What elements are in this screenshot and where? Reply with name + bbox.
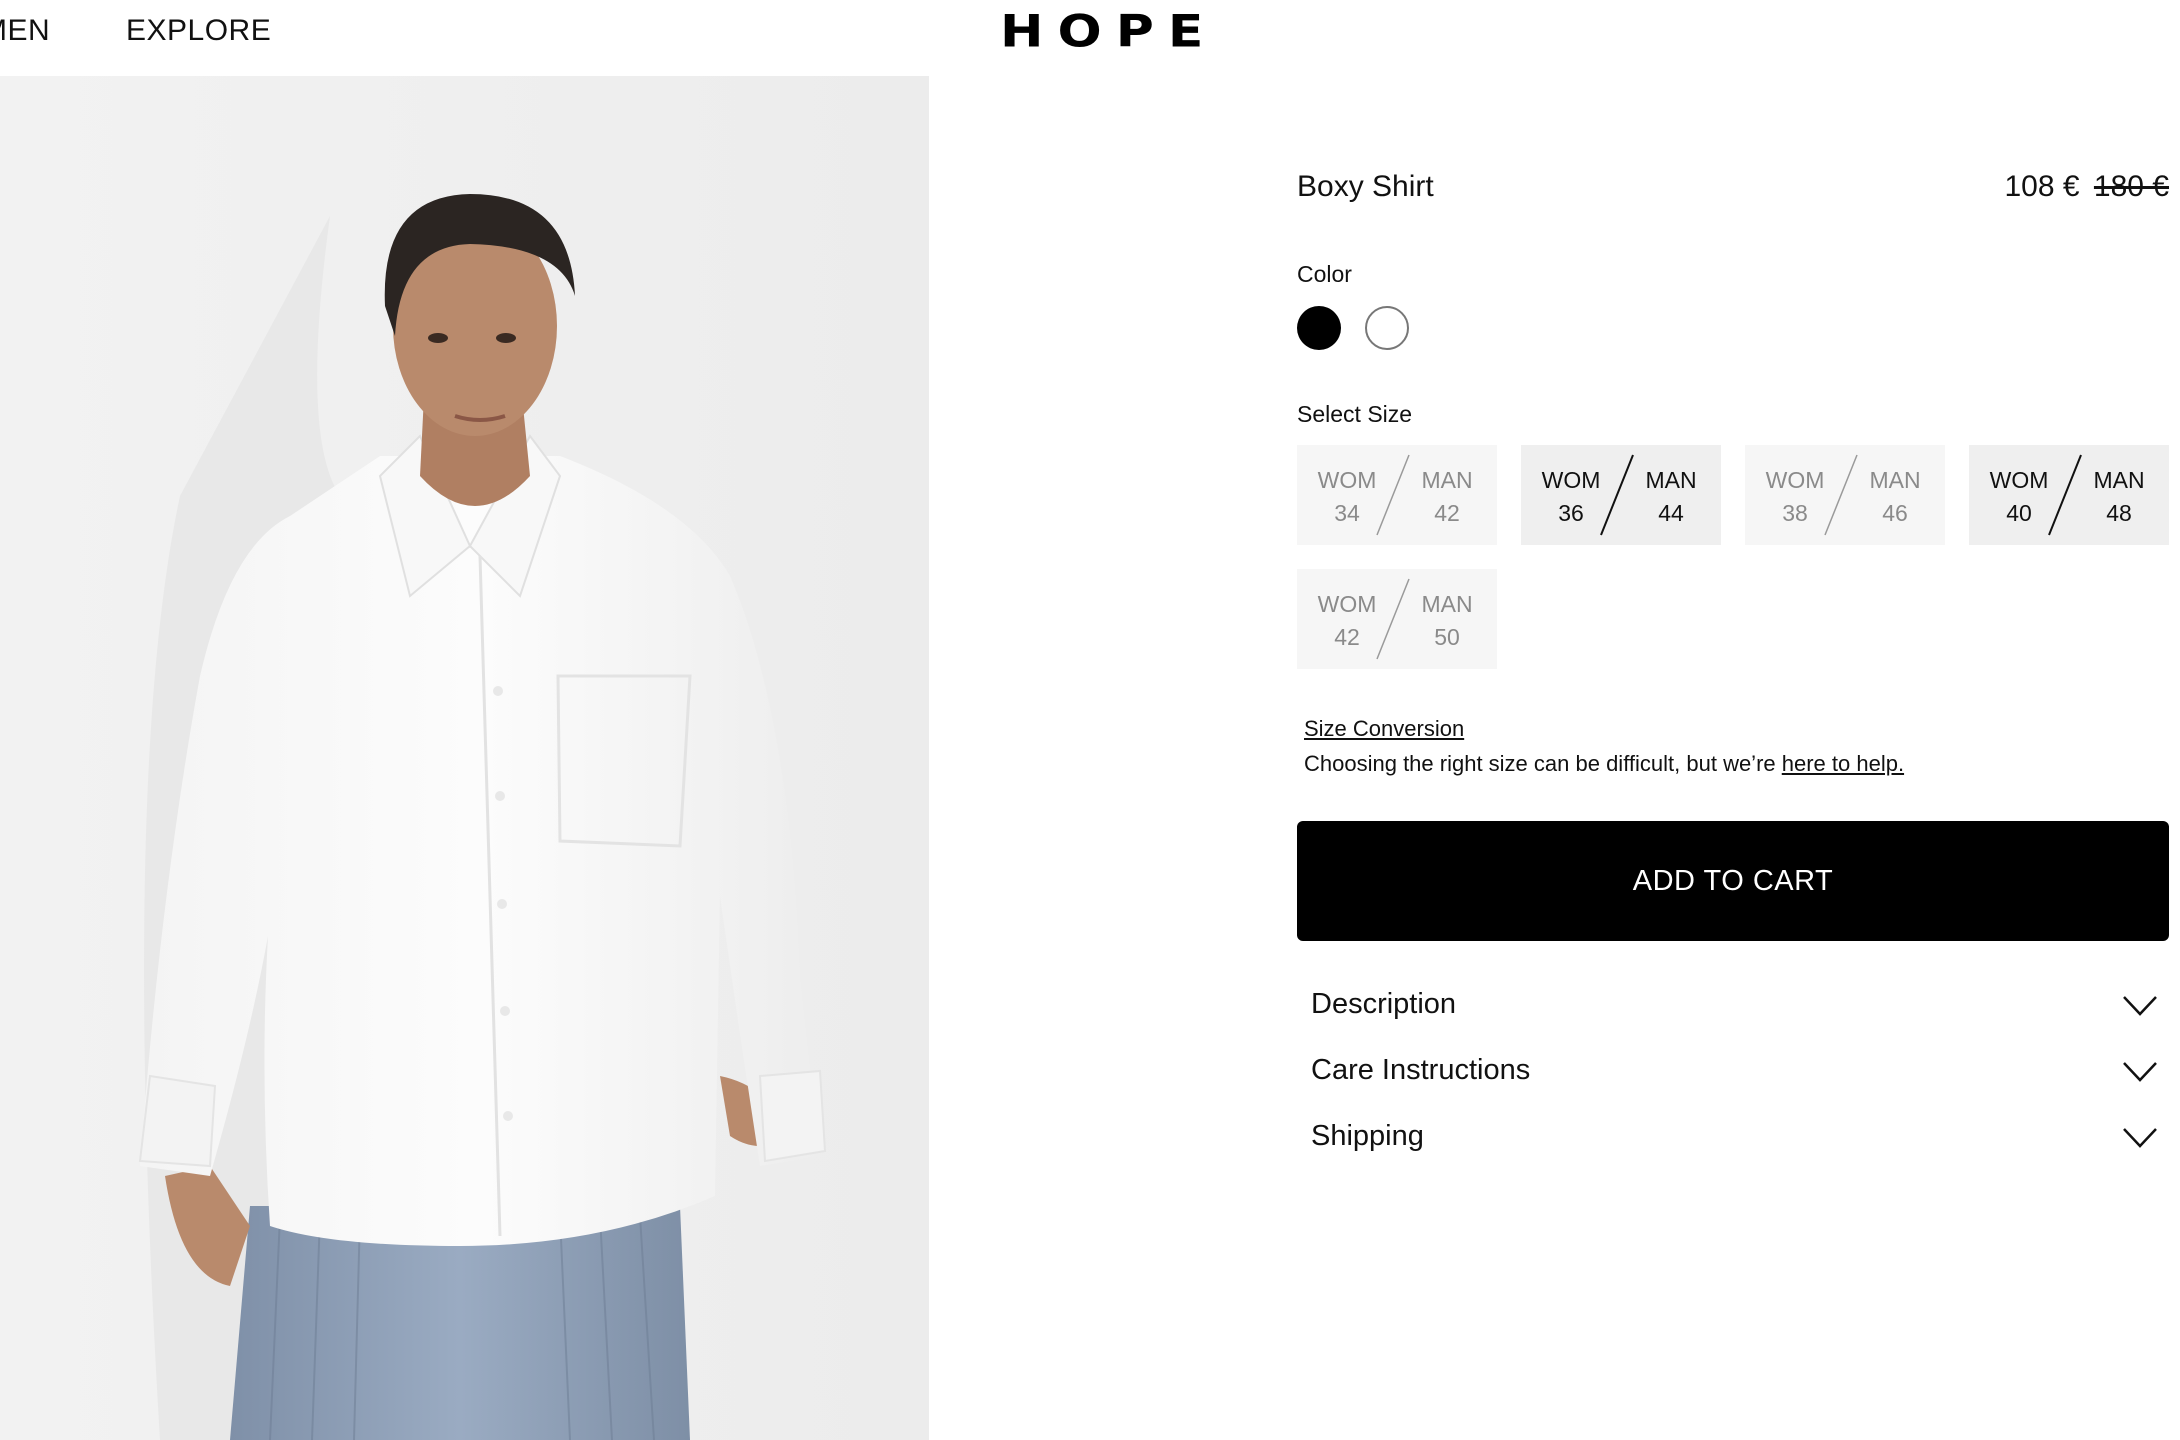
- help-link[interactable]: here to help.: [1782, 751, 1904, 776]
- site-header: MEN EXPLORE HOPE: [0, 0, 2180, 76]
- size-help-text: Choosing the right size can be difficult…: [1304, 751, 1904, 777]
- size-man-value: 42: [1434, 500, 1460, 526]
- size-man-label: MAN: [1869, 467, 1921, 493]
- size-option-wom38-man46[interactable]: WOM 38 MAN 46: [1745, 445, 1945, 545]
- size-man-label: MAN: [2093, 467, 2145, 493]
- add-to-cart-button[interactable]: ADD TO CART: [1297, 821, 2169, 941]
- size-conversion-link[interactable]: Size Conversion: [1304, 716, 1464, 742]
- product-photo-icon: [0, 76, 929, 1440]
- color-label: Color: [1297, 261, 1352, 287]
- size-man-label: MAN: [1421, 467, 1473, 493]
- size-option-wom34-man42[interactable]: WOM 34 MAN 42: [1297, 445, 1497, 545]
- size-man-value: 48: [2106, 500, 2132, 526]
- brand-logo[interactable]: HOPE: [1000, 6, 1217, 58]
- size-option-wom40-man48[interactable]: WOM 40 MAN 48: [1969, 445, 2169, 545]
- size-man-label: MAN: [1645, 467, 1697, 493]
- nav-link-explore[interactable]: EXPLORE: [126, 14, 271, 48]
- chevron-down-icon: [2123, 996, 2157, 1016]
- accordion-label: Description: [1311, 988, 1457, 1020]
- nav-link-men[interactable]: MEN: [0, 14, 50, 48]
- size-help-message: Choosing the right size can be difficult…: [1304, 751, 1782, 776]
- color-swatch-white[interactable]: [1365, 306, 1409, 350]
- chevron-down-icon: [2123, 1128, 2157, 1148]
- size-man-label: MAN: [1421, 591, 1473, 617]
- original-price: 180 €: [2093, 170, 2169, 203]
- accordion-description[interactable]: Description: [1297, 976, 2169, 1036]
- accordion-care-instructions[interactable]: Care Instructions: [1297, 1042, 2169, 1102]
- color-swatch-black[interactable]: [1297, 306, 1341, 350]
- size-option-wom42-man50[interactable]: WOM 42 MAN 50: [1297, 569, 1497, 669]
- size-label: Select Size: [1297, 401, 1413, 427]
- size-option-wom36-man44[interactable]: WOM 36 MAN 44: [1521, 445, 1721, 545]
- sale-price: 108 €: [2004, 170, 2080, 203]
- chevron-down-icon: [2123, 1062, 2157, 1082]
- size-man-value: 50: [1434, 624, 1460, 650]
- size-man-value: 46: [1882, 500, 1908, 526]
- accordion-label: Shipping: [1311, 1120, 1424, 1152]
- product-title: Boxy Shirt: [1297, 170, 1434, 203]
- product-image[interactable]: [0, 76, 929, 1440]
- accordion-shipping[interactable]: Shipping: [1297, 1108, 2169, 1168]
- size-man-value: 44: [1658, 500, 1684, 526]
- product-price: 108 € 180 €: [2005, 170, 2170, 204]
- accordion-label: Care Instructions: [1311, 1054, 1531, 1086]
